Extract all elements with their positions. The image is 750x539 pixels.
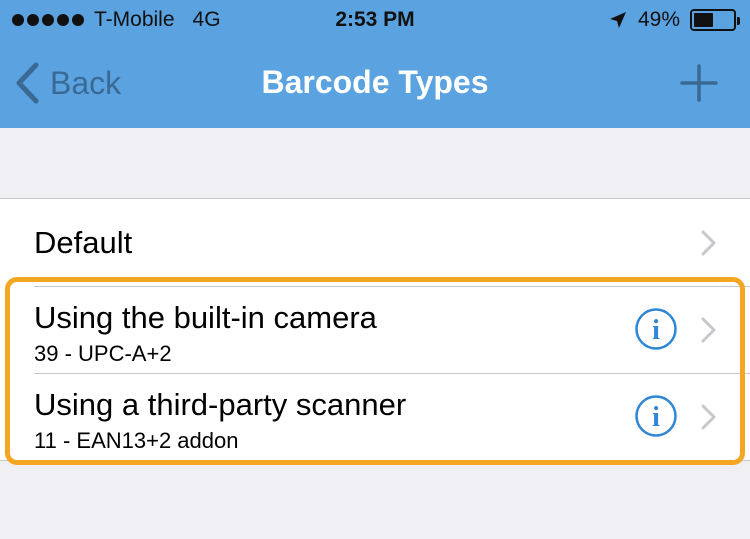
list-item-title: Using a third-party scanner [34, 387, 407, 422]
list-item-title: Default [34, 225, 133, 260]
back-button[interactable]: Back [14, 62, 121, 104]
info-icon[interactable]: i [634, 394, 678, 438]
battery-fill [694, 13, 713, 27]
location-arrow-icon [609, 12, 626, 28]
battery-icon [690, 9, 740, 31]
list-item-built-in-camera[interactable]: Using the built-in camera 39 - UPC-A+2 i [0, 286, 750, 373]
svg-text:i: i [652, 315, 660, 346]
chevron-right-icon [701, 230, 716, 256]
status-right: 49% [608, 8, 740, 32]
status-bar: T-Mobile 4G 2:53 PM 49% [0, 0, 750, 40]
chevron-left-icon [16, 62, 39, 104]
add-button[interactable] [680, 64, 718, 107]
list-item-title: Using the built-in camera [34, 300, 377, 335]
back-label: Back [50, 64, 122, 101]
barcode-types-list: Default Using the built-in camera 39 - U… [0, 198, 750, 461]
list-item-default[interactable]: Default [0, 199, 750, 286]
navigation-header: T-Mobile 4G 2:53 PM 49% Back Barcode Typ… [0, 0, 750, 128]
plus-icon [680, 64, 718, 102]
info-icon[interactable]: i [634, 307, 678, 351]
list-item-third-party-scanner[interactable]: Using a third-party scanner 11 - EAN13+2… [0, 373, 750, 460]
list-item-subtitle: 11 - EAN13+2 addon [34, 428, 239, 453]
list-item-subtitle: 39 - UPC-A+2 [34, 341, 172, 366]
svg-text:i: i [652, 402, 660, 433]
battery-percent: 49% [637, 8, 680, 31]
chevron-right-icon [701, 317, 716, 343]
chevron-right-icon [701, 404, 716, 430]
